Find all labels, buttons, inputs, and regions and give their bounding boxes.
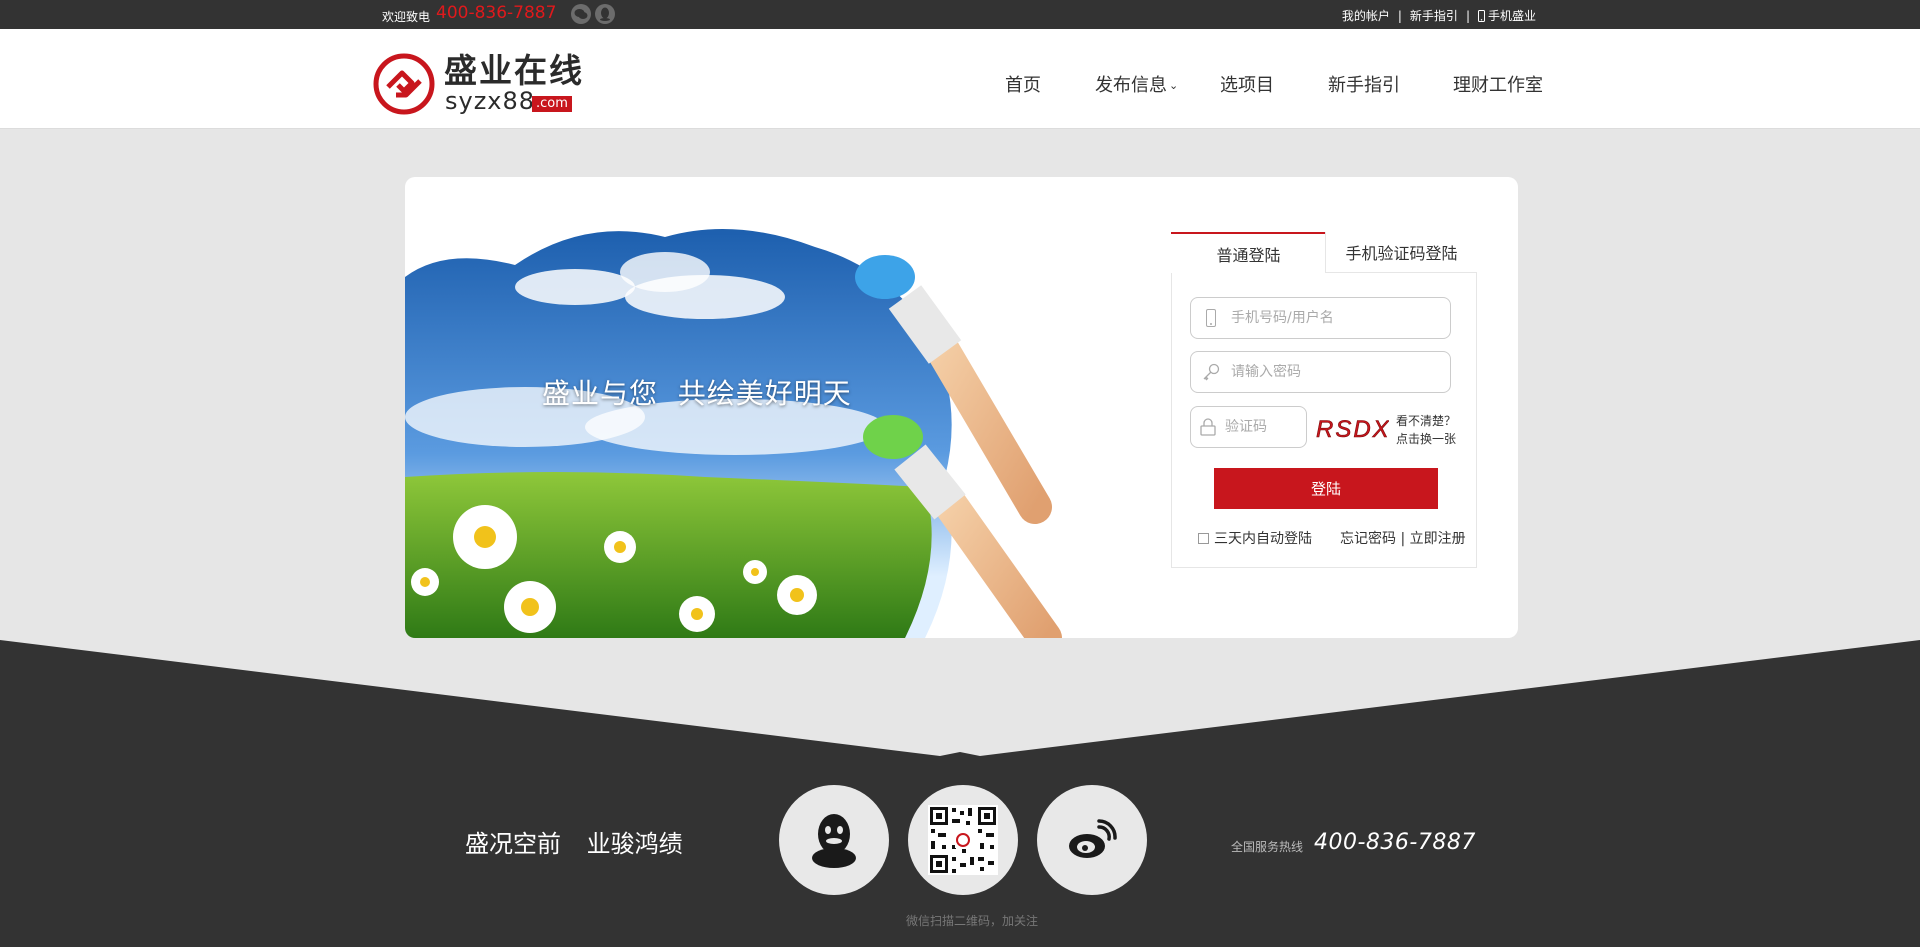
remember-checkbox[interactable] [1198, 532, 1209, 544]
site-header: 盛业在线 syzx88 .com 首页 发布信息 ⌄ 选项目 新手指引 理财工作室 [0, 29, 1920, 129]
password-field[interactable] [1190, 351, 1451, 393]
refresh-tip-line2: 点击换一张 [1396, 432, 1457, 446]
qr-code-icon [928, 805, 998, 875]
separator: | [1397, 8, 1402, 23]
chevron-down-icon: ⌄ [1169, 79, 1179, 92]
lock-icon [1191, 418, 1225, 436]
refresh-captcha-link[interactable]: 看不清楚？ 点击换一张 [1396, 412, 1456, 448]
mobile-link[interactable]: 手机盛业 [1477, 7, 1536, 24]
my-account-link[interactable]: 我的帐户 [1342, 7, 1390, 24]
wechat-icon[interactable] [571, 4, 591, 24]
nav-guide[interactable]: 新手指引 [1328, 71, 1400, 97]
nav-studio[interactable]: 理财工作室 [1453, 71, 1543, 97]
separator: | [1465, 8, 1470, 23]
nav-publish[interactable]: 发布信息 ⌄ [1095, 71, 1178, 97]
top-bar: 欢迎致电 400-836-7887 我的帐户 | 新手指引 | 手机盛业 [0, 0, 1920, 29]
captcha-field[interactable] [1190, 406, 1307, 448]
login-card: 盛业与您 共绘美好明天 普通登陆 手机验证码登陆 RSDX [405, 177, 1518, 638]
password-input[interactable] [1231, 364, 1411, 380]
forgot-password-link[interactable]: 忘记密码 [1340, 531, 1396, 547]
phone-icon [1191, 309, 1231, 327]
nav-publish-label: 发布信息 [1095, 75, 1167, 96]
top-links: 我的帐户 | 新手指引 | 手机盛业 [1342, 7, 1536, 24]
register-link[interactable]: 立即注册 [1410, 531, 1466, 547]
username-field[interactable] [1190, 297, 1451, 339]
captcha-image[interactable]: RSDX [1313, 413, 1389, 445]
remember-me[interactable]: 三天内自动登陆 [1198, 528, 1312, 548]
footer-qq-button[interactable] [779, 785, 889, 895]
logo-dotcom: .com [532, 96, 572, 112]
qr-caption: 微信扫描二维码，加关注 [906, 914, 1039, 928]
captcha-text: RSDX [1316, 416, 1389, 443]
login-button[interactable]: 登陆 [1214, 468, 1438, 509]
mobile-link-label: 手机盛业 [1487, 9, 1536, 23]
qq-icon[interactable] [595, 4, 615, 24]
refresh-tip-line1: 看不清楚？ [1396, 414, 1457, 428]
welcome-text: 欢迎致电 [382, 10, 431, 24]
captcha-input[interactable] [1225, 419, 1295, 435]
main-nav: 首页 发布信息 ⌄ 选项目 新手指引 理财工作室 [0, 71, 1920, 97]
footer-slogan: 盛况空前 业骏鸿绩 [465, 830, 683, 858]
separator: | [1400, 531, 1406, 547]
nav-projects[interactable]: 选项目 [1220, 71, 1274, 97]
service-label: 全国服务热线 [1231, 840, 1304, 854]
service-phone: 400-836-7887 [1314, 830, 1476, 855]
guide-link[interactable]: 新手指引 [1410, 7, 1458, 24]
qq-icon [812, 814, 856, 868]
login-tabs: 普通登陆 手机验证码登陆 [1171, 232, 1478, 273]
banner-slogan: 盛业与您 共绘美好明天 [542, 377, 852, 410]
footer-weibo-button[interactable] [1037, 785, 1147, 895]
tab-normal-login[interactable]: 普通登陆 [1171, 232, 1326, 273]
hotline-number: 400-836-7887 [436, 3, 557, 23]
key-icon [1191, 362, 1231, 382]
aux-links: 忘记密码 | 立即注册 [1340, 528, 1466, 548]
weibo-icon [1069, 819, 1117, 858]
username-input[interactable] [1231, 310, 1411, 326]
tab-sms-login[interactable]: 手机验证码登陆 [1325, 232, 1477, 273]
login-box: 普通登陆 手机验证码登陆 RSDX 看不清楚？ 点击换一张 [1171, 232, 1477, 568]
footer-qr-code [908, 785, 1018, 895]
remember-label: 三天内自动登陆 [1214, 531, 1312, 547]
phone-icon [1477, 9, 1485, 22]
nav-home[interactable]: 首页 [1005, 71, 1041, 97]
